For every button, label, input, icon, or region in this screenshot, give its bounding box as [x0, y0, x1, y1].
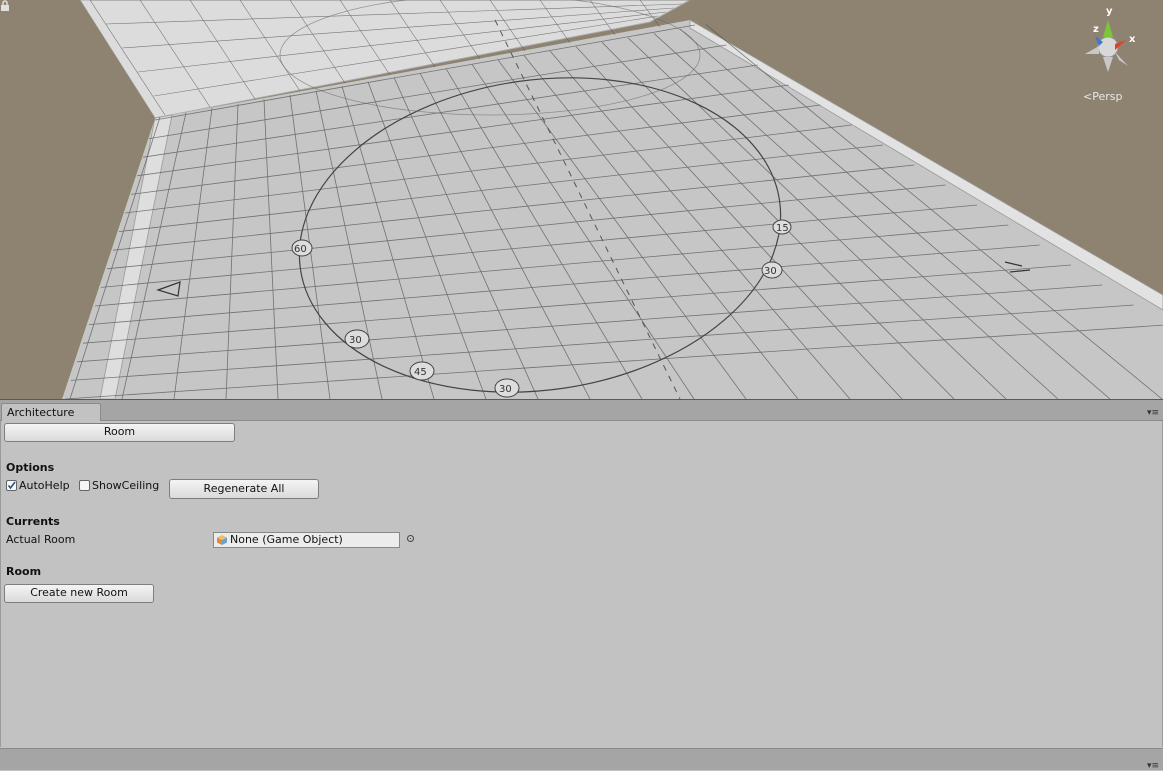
options-heading: Options [6, 461, 55, 474]
currents-heading: Currents [6, 515, 60, 528]
room-button[interactable]: Room [4, 423, 235, 442]
gizmo-z-label: z [1093, 24, 1099, 35]
object-picker-icon[interactable] [407, 535, 414, 542]
create-new-room-button[interactable]: Create new Room [4, 584, 154, 603]
gameobject-icon [217, 535, 227, 545]
projection-toggle[interactable]: <Persp [1083, 90, 1122, 103]
bottom-window-menu-icon[interactable]: ▾≡ [1147, 761, 1159, 771]
floor-mark-4: 30 [499, 384, 512, 395]
scene-view[interactable]: 30 45 60 30 30 15 y z x <Persp [0, 0, 1163, 400]
showceiling-label: ShowCeiling [92, 479, 160, 492]
editor-tab-bar: Architecture ▾≡ [0, 400, 1163, 421]
gizmo-y-label: y [1106, 6, 1113, 17]
floor-mark-3: 60 [294, 244, 307, 255]
architecture-panel [0, 421, 1163, 747]
checkmark-icon [7, 481, 16, 490]
actual-room-field[interactable]: None (Game Object) [213, 532, 400, 548]
floor-mark-2: 45 [414, 367, 427, 378]
window-menu-icon[interactable]: ▾≡ [1147, 408, 1159, 418]
actual-room-value: None (Game Object) [230, 533, 343, 546]
projection-label: Persp [1092, 90, 1123, 103]
tab-architecture[interactable]: Architecture [1, 403, 101, 421]
scene-grid-floor: 30 45 60 30 30 15 [0, 0, 1163, 399]
autohelp-checkbox[interactable] [6, 480, 17, 491]
actual-room-label: Actual Room [6, 533, 76, 546]
autohelp-label: AutoHelp [19, 479, 70, 492]
room-heading: Room [6, 565, 42, 578]
showceiling-checkbox[interactable] [79, 480, 90, 491]
gizmo-x-label: x [1129, 34, 1136, 45]
lock-icon[interactable] [0, 0, 10, 11]
bottom-tab-bar: ▾≡ [0, 748, 1163, 771]
floor-mark-1: 30 [349, 335, 362, 346]
floor-mark-5: 30 [764, 266, 777, 277]
regenerate-all-button[interactable]: Regenerate All [169, 479, 319, 499]
floor-mark-6: 15 [776, 223, 789, 234]
